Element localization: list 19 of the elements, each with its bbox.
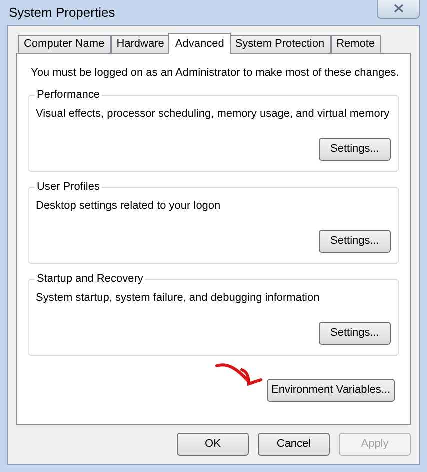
settings-button[interactable]: Settings... bbox=[319, 230, 391, 253]
dialog-button[interactable]: Cancel bbox=[258, 433, 330, 456]
window-title: System Properties bbox=[9, 4, 116, 22]
tab[interactable]: Advanced bbox=[168, 33, 232, 54]
close-icon bbox=[394, 4, 404, 13]
group-description: Desktop settings related to your logon bbox=[36, 198, 222, 214]
dialog-button[interactable]: OK bbox=[177, 433, 249, 456]
group-description: Visual effects, processor scheduling, memory usage, and virtual memory bbox=[36, 106, 391, 122]
group-description: System startup, system failure, and debugging information bbox=[36, 290, 321, 306]
close-button[interactable] bbox=[377, 0, 420, 18]
tab[interactable]: Hardware bbox=[110, 35, 170, 53]
tab[interactable]: Computer Name bbox=[18, 35, 111, 53]
group-title: Startup and Recovery bbox=[35, 272, 146, 286]
environment-variables-button[interactable]: Environment Variables... bbox=[267, 378, 395, 402]
tab[interactable]: System Protection bbox=[229, 35, 331, 53]
settings-button[interactable]: Settings... bbox=[319, 322, 391, 345]
administrator-notice: You must be logged on as an Administrator to make most of these changes. bbox=[30, 66, 399, 81]
tab[interactable]: Remote bbox=[330, 35, 382, 53]
settings-button[interactable]: Settings... bbox=[319, 138, 391, 161]
